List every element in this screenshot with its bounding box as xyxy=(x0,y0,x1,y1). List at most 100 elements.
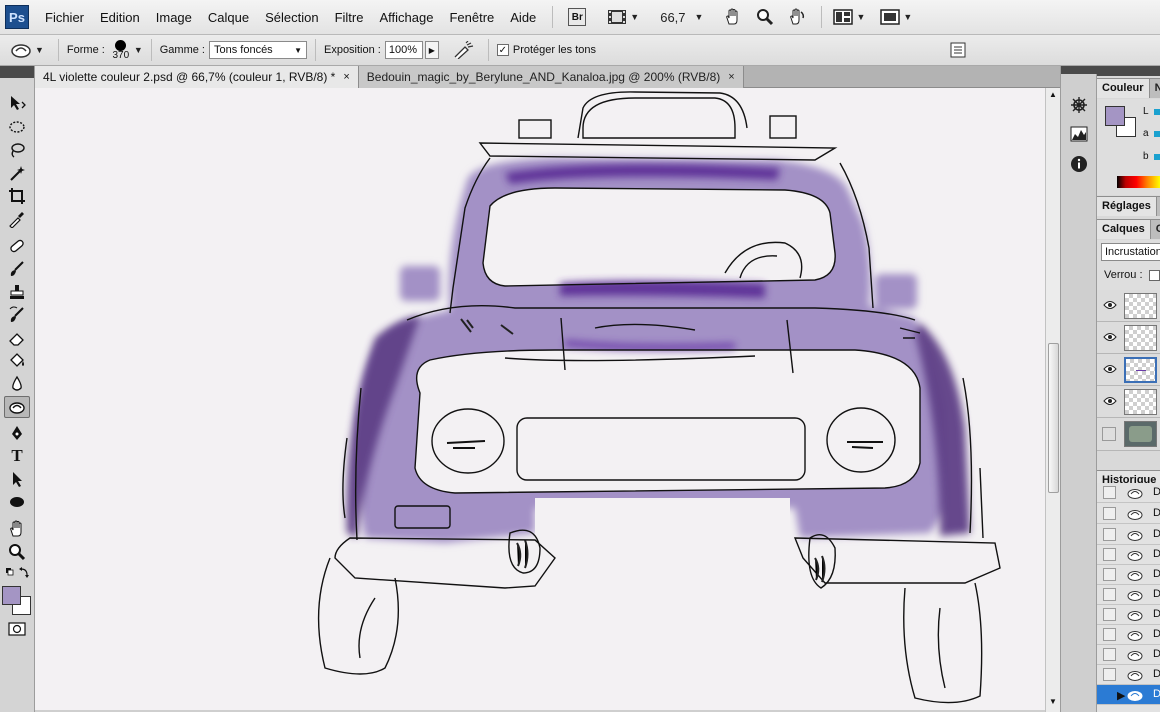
history-snapshot-checkbox[interactable] xyxy=(1103,528,1116,541)
layer-row[interactable] xyxy=(1097,290,1160,322)
menu-image[interactable]: Image xyxy=(148,10,200,25)
menu-edition[interactable]: Edition xyxy=(92,10,148,25)
zoom-tool[interactable] xyxy=(4,541,30,563)
history-row[interactable]: D xyxy=(1097,525,1160,545)
history-row[interactable]: D xyxy=(1097,504,1160,524)
b-channel-slider[interactable] xyxy=(1154,154,1160,160)
move-tool[interactable] xyxy=(4,92,30,114)
paint-bucket-tool[interactable] xyxy=(4,350,30,372)
history-snapshot-checkbox[interactable] xyxy=(1103,608,1116,621)
histogram-panel-button[interactable] xyxy=(1067,123,1091,145)
tab-styles[interactable]: S xyxy=(1155,196,1160,216)
layer-row[interactable] xyxy=(1097,418,1160,451)
hand-tool[interactable] xyxy=(4,518,30,540)
close-icon[interactable]: × xyxy=(728,71,734,83)
eye-icon[interactable] xyxy=(1103,299,1117,311)
history-snapshot-checkbox[interactable] xyxy=(1103,568,1116,581)
history-brush-tool[interactable] xyxy=(4,304,30,326)
airbrush-button[interactable] xyxy=(451,37,477,63)
tab-calques[interactable]: Calques xyxy=(1097,219,1150,239)
arrange-documents-button[interactable]: ▼ xyxy=(833,4,865,30)
history-row[interactable]: D xyxy=(1097,483,1160,503)
eye-icon[interactable] xyxy=(1103,331,1117,343)
vertical-scrollbar[interactable]: ▲ ▼ xyxy=(1045,88,1060,712)
tab-couches[interactable]: Co xyxy=(1149,219,1160,239)
scroll-down-arrow-icon[interactable]: ▼ xyxy=(1049,697,1057,706)
info-panel-button[interactable] xyxy=(1067,153,1091,175)
history-row[interactable]: D xyxy=(1097,645,1160,665)
tab-couleur[interactable]: Couleur xyxy=(1097,78,1149,98)
path-selection-tool[interactable] xyxy=(4,468,30,490)
menu-affichage[interactable]: Affichage xyxy=(371,10,441,25)
tab-reglages[interactable]: Réglages xyxy=(1097,196,1156,216)
quick-mask-button[interactable] xyxy=(4,618,30,640)
history-row[interactable]: D xyxy=(1097,665,1160,685)
hand-tool-button[interactable] xyxy=(720,4,746,30)
a-channel-slider[interactable] xyxy=(1154,131,1160,137)
zoom-tool-button[interactable] xyxy=(752,4,778,30)
screen-mode-button[interactable]: ▼ xyxy=(880,4,912,30)
vertical-scroll-thumb[interactable] xyxy=(1048,343,1059,493)
gamme-select[interactable]: Tons foncés ▼ xyxy=(208,41,307,59)
brush-tool[interactable] xyxy=(4,258,30,280)
eyedropper-tool[interactable] xyxy=(4,208,30,230)
eraser-tool[interactable] xyxy=(4,327,30,349)
color-panel-foreground[interactable] xyxy=(1105,106,1125,126)
burn-tool[interactable] xyxy=(4,396,30,418)
zoom-level[interactable]: 66,7 xyxy=(654,10,691,25)
history-snapshot-checkbox[interactable] xyxy=(1103,628,1116,641)
close-icon[interactable]: × xyxy=(343,71,349,83)
visibility-toggle-off[interactable] xyxy=(1102,427,1116,441)
history-snapshot-checkbox[interactable] xyxy=(1103,588,1116,601)
clone-stamp-tool[interactable] xyxy=(4,281,30,303)
tool-preset-picker[interactable]: ▼ xyxy=(10,41,44,59)
history-row-current[interactable]: ▶ D xyxy=(1097,685,1160,705)
shape-tool[interactable] xyxy=(4,491,30,513)
type-tool[interactable]: T xyxy=(4,445,30,467)
tab-document-1[interactable]: 4L violette couleur 2.psd @ 66,7% (coule… xyxy=(35,66,359,88)
history-snapshot-checkbox[interactable] xyxy=(1103,507,1116,520)
lock-transparency-checkbox[interactable] xyxy=(1149,270,1160,281)
tab-document-2[interactable]: Bedouin_magic_by_Berylune_AND_Kanaloa.jp… xyxy=(358,66,744,88)
exposition-slider-button[interactable]: ▶ xyxy=(424,41,439,59)
tools-panel-grip[interactable] xyxy=(0,66,34,78)
foreground-color-swatch[interactable] xyxy=(2,586,21,605)
menu-filtre[interactable]: Filtre xyxy=(327,10,372,25)
brush-dropdown-icon[interactable]: ▼ xyxy=(134,45,143,55)
rotate-view-button[interactable] xyxy=(784,4,810,30)
history-snapshot-checkbox[interactable] xyxy=(1103,548,1116,561)
history-snapshot-checkbox[interactable] xyxy=(1103,648,1116,661)
history-row[interactable]: D xyxy=(1097,605,1160,625)
blur-tool[interactable] xyxy=(4,373,30,395)
history-state-arrow-icon[interactable]: ▶ xyxy=(1117,689,1125,702)
default-colors-toggle[interactable] xyxy=(4,565,30,581)
magic-wand-tool[interactable] xyxy=(4,162,30,184)
mini-bridge-button[interactable]: ▼ xyxy=(607,4,639,30)
brush-picker[interactable]: 370 xyxy=(111,39,131,61)
history-snapshot-checkbox[interactable] xyxy=(1103,486,1116,499)
history-row[interactable]: D xyxy=(1097,585,1160,605)
menu-aide[interactable]: Aide xyxy=(502,10,544,25)
history-row[interactable]: D xyxy=(1097,545,1160,565)
l-channel-slider[interactable] xyxy=(1154,109,1160,115)
lasso-tool[interactable] xyxy=(4,139,30,161)
image-canvas[interactable] xyxy=(35,88,1045,710)
menu-selection[interactable]: Sélection xyxy=(257,10,326,25)
menu-fichier[interactable]: Fichier xyxy=(37,10,92,25)
scroll-up-arrow-icon[interactable]: ▲ xyxy=(1049,90,1057,99)
menu-fenetre[interactable]: Fenêtre xyxy=(441,10,502,25)
healing-brush-tool[interactable] xyxy=(4,235,30,257)
history-snapshot-checkbox[interactable] xyxy=(1103,668,1116,681)
layer-row-selected[interactable] xyxy=(1097,354,1160,386)
blend-mode-select[interactable]: Incrustation xyxy=(1101,243,1160,261)
eye-icon[interactable] xyxy=(1103,395,1117,407)
history-row[interactable]: D xyxy=(1097,565,1160,585)
pen-tool[interactable] xyxy=(4,422,30,444)
marquee-tool[interactable] xyxy=(4,116,30,138)
navigator-panel-button[interactable] xyxy=(1067,94,1091,116)
crop-tool[interactable] xyxy=(4,185,30,207)
tab-nuancier[interactable]: N xyxy=(1148,78,1160,98)
panel-menu-button[interactable] xyxy=(945,37,971,63)
exposition-input[interactable]: 100% xyxy=(384,41,423,59)
menu-calque[interactable]: Calque xyxy=(200,10,257,25)
